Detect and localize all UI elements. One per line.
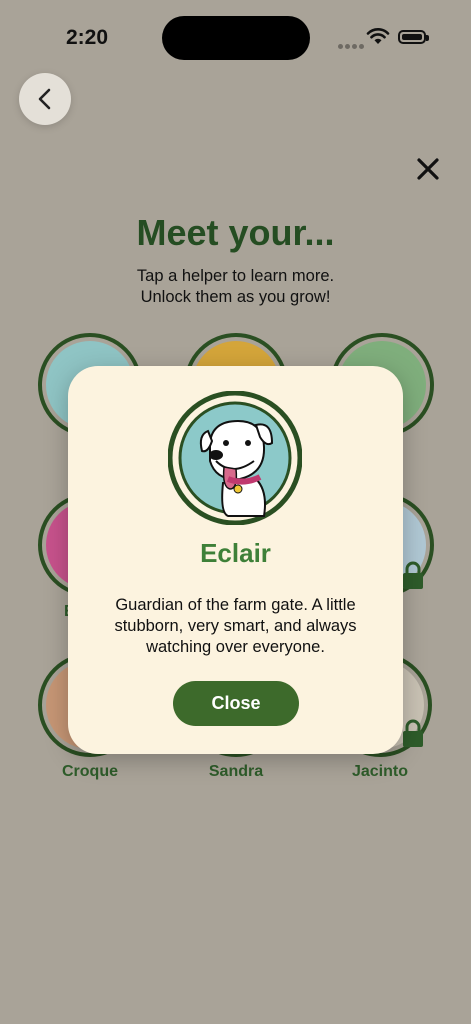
back-button[interactable]: [19, 73, 71, 125]
helper-description: Guardian of the farm gate. A little stub…: [114, 596, 357, 656]
helper-name: Jacinto: [351, 763, 408, 780]
wifi-icon: [366, 28, 390, 44]
lock-icon: [403, 561, 423, 589]
signal-icon: [338, 36, 366, 54]
battery-icon: [398, 30, 429, 44]
helper-name-title: Eclair: [200, 538, 271, 568]
lock-icon: [403, 719, 423, 747]
page-subtitle: Tap a helper to learn more. Unlock them …: [0, 266, 471, 308]
close-button[interactable]: Close: [173, 681, 299, 726]
status-bar: 2:20: [0, 0, 471, 70]
status-time: 2:20: [66, 26, 109, 49]
subtitle-line-1: Tap a helper to learn more.: [136, 267, 335, 285]
dog-avatar-icon: [168, 391, 302, 525]
subtitle-line-2: Unlock them as you grow!: [140, 288, 331, 306]
helper-name: Sandra: [208, 763, 264, 780]
page-title: Meet your...: [136, 212, 335, 253]
helper-name: Croque: [62, 763, 118, 780]
helper-detail-modal: Eclair Guardian of the farm gate. A litt…: [68, 366, 403, 754]
chevron-left-icon: [38, 88, 51, 110]
close-icon[interactable]: [414, 155, 442, 183]
dynamic-island: [162, 16, 310, 60]
